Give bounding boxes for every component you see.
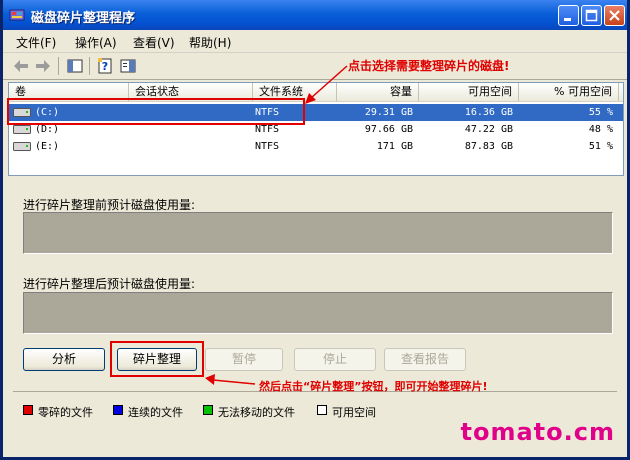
toolbar-separator [89, 57, 90, 75]
after-usage-display [23, 292, 613, 334]
before-usage-label: 进行碎片整理前预计磁盘使用量: [23, 198, 196, 212]
legend-label: 无法移动的文件 [218, 406, 295, 419]
cell-free: 47.22 GB [464, 124, 513, 135]
stop-button[interactable]: 停止 [294, 348, 376, 371]
analyze-button[interactable]: 分析 [23, 348, 105, 371]
close-icon [609, 10, 620, 21]
cell-capacity: 97.66 GB [364, 124, 413, 135]
legend-swatch-blue [113, 405, 123, 415]
minimize-icon [564, 18, 571, 21]
after-usage-label: 进行碎片整理后预计磁盘使用量: [23, 277, 196, 291]
cell-free: 16.36 GB [464, 107, 513, 118]
cell-capacity: 171 GB [376, 141, 413, 152]
column-header-percent-free[interactable]: % 可用空间 [519, 83, 619, 101]
forward-arrow-icon[interactable] [33, 56, 53, 76]
highlight-drive-c [7, 98, 305, 125]
legend-label: 可用空间 [332, 406, 376, 419]
legend-label: 连续的文件 [128, 406, 183, 419]
cell-filesystem: NTFS [255, 141, 280, 152]
defrag-app-icon [9, 9, 25, 21]
table-row[interactable]: (E:) NTFS 171 GB 87.83 GB 51 % [9, 138, 623, 155]
before-usage-display [23, 212, 613, 254]
menu-view[interactable]: 查看(V) [133, 34, 175, 51]
defrag-window: 磁盘碎片整理程序 文件(F) 操作(A) 查看(V) 帮助(H) ? 卷 会话状… [0, 0, 630, 460]
highlight-defrag-button [110, 341, 204, 377]
column-header-free[interactable]: 可用空间 [419, 83, 519, 101]
pause-button[interactable]: 暂停 [205, 348, 283, 371]
maximize-icon [585, 9, 598, 22]
view-icon[interactable] [65, 56, 85, 76]
menu-help[interactable]: 帮助(H) [189, 34, 231, 51]
back-arrow-icon[interactable] [11, 56, 31, 76]
close-button[interactable] [604, 5, 625, 26]
cell-percent-free: 51 % [588, 141, 613, 152]
view-report-button[interactable]: 查看报告 [384, 348, 466, 371]
legend-label: 零碎的文件 [38, 406, 93, 419]
window-title: 磁盘碎片整理程序 [31, 11, 136, 26]
cell-free: 87.83 GB [464, 141, 513, 152]
toolbar-separator [58, 57, 59, 75]
minimize-button[interactable] [558, 5, 579, 26]
menu-file[interactable]: 文件(F) [16, 34, 56, 51]
cell-volume: (E:) [35, 141, 60, 152]
properties-icon[interactable] [118, 56, 138, 76]
annotation-arrow-left [205, 374, 256, 385]
menu-bar: 文件(F) 操作(A) 查看(V) 帮助(H) [3, 30, 627, 53]
watermark: tomato.cm [460, 418, 615, 446]
cell-percent-free: 48 % [588, 124, 613, 135]
legend-swatch-white [317, 405, 327, 415]
cell-percent-free: 55 % [588, 107, 613, 118]
help-icon[interactable]: ? [95, 56, 115, 76]
legend-swatch-green [203, 405, 213, 415]
legend-swatch-red [23, 405, 33, 415]
title-bar[interactable]: 磁盘碎片整理程序 [3, 0, 627, 30]
svg-text:?: ? [102, 60, 108, 73]
menu-action[interactable]: 操作(A) [75, 34, 117, 51]
maximize-button[interactable] [581, 5, 602, 26]
annotation-select-disk: 点击选择需要整理碎片的磁盘! [348, 59, 510, 73]
annotation-click-defrag: 然后点击“碎片整理”按钮，即可开始整理碎片! [259, 380, 488, 393]
